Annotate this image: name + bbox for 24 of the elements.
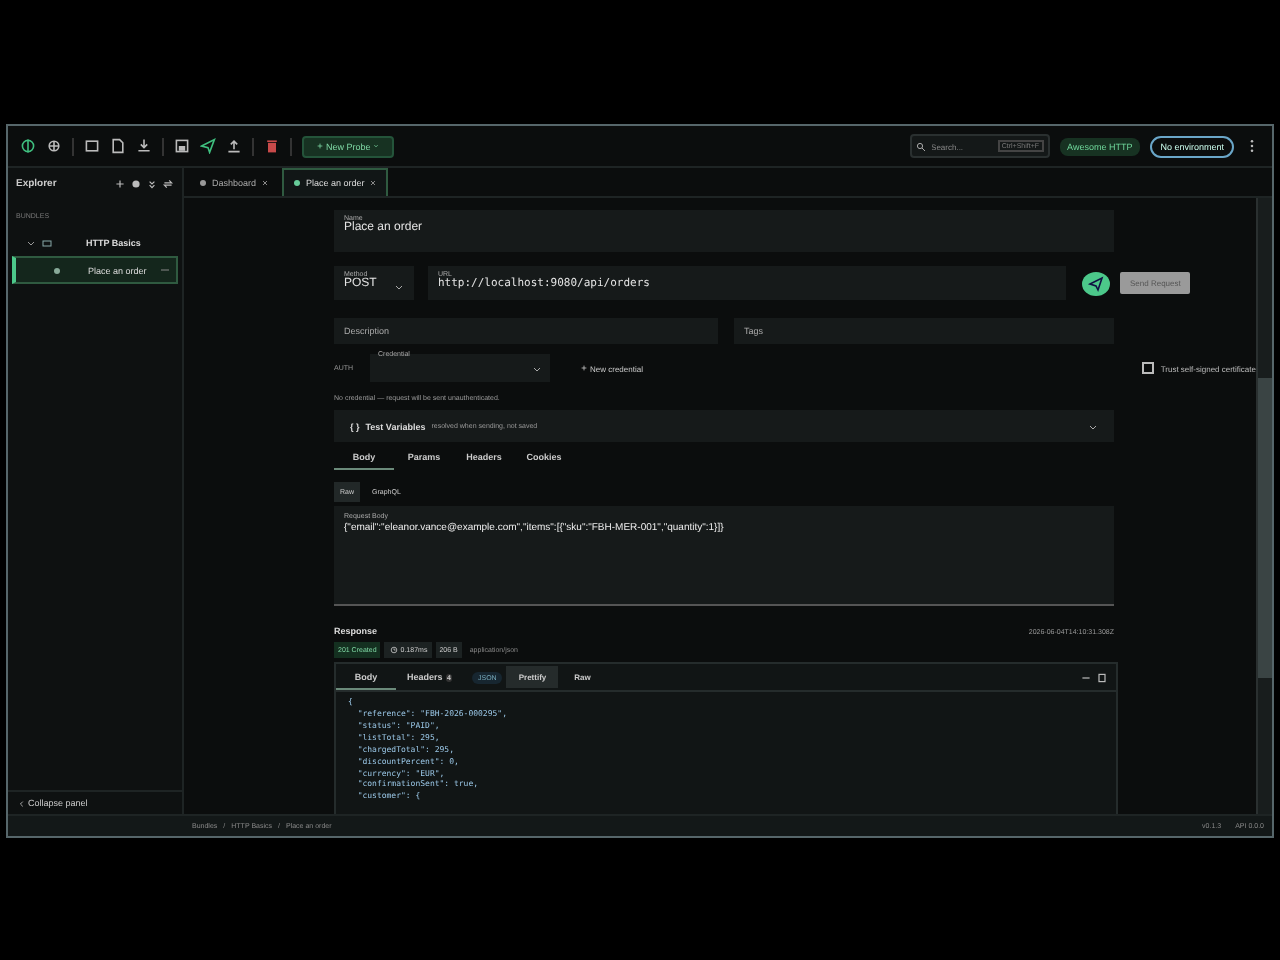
file-icon[interactable] [110, 138, 126, 154]
logo-icon [20, 138, 36, 154]
send-icon[interactable] [200, 138, 216, 154]
close-icon[interactable] [260, 178, 271, 188]
send-icon-button[interactable] [1082, 271, 1110, 295]
upload-icon[interactable] [226, 138, 242, 154]
chevron-icon [18, 799, 26, 808]
refresh-icon[interactable] [162, 178, 174, 190]
folder-icon[interactable] [84, 138, 100, 154]
close-icon[interactable] [368, 178, 379, 188]
tab-icon [292, 178, 303, 188]
save-icon[interactable] [174, 138, 190, 154]
folder-icon [42, 237, 52, 247]
add-icon[interactable] [114, 178, 126, 190]
trash-icon[interactable] [264, 138, 280, 154]
download-icon[interactable] [136, 138, 152, 154]
search-icon [915, 141, 926, 151]
scrollbar-thumb[interactable] [1258, 378, 1272, 678]
collapse-icon[interactable] [146, 178, 158, 190]
trust-checkbox[interactable] [1142, 362, 1155, 374]
dot-icon [52, 265, 62, 275]
copy-icon[interactable] [1096, 671, 1108, 684]
tab-icon [198, 178, 208, 188]
grid-icon[interactable] [46, 138, 62, 154]
